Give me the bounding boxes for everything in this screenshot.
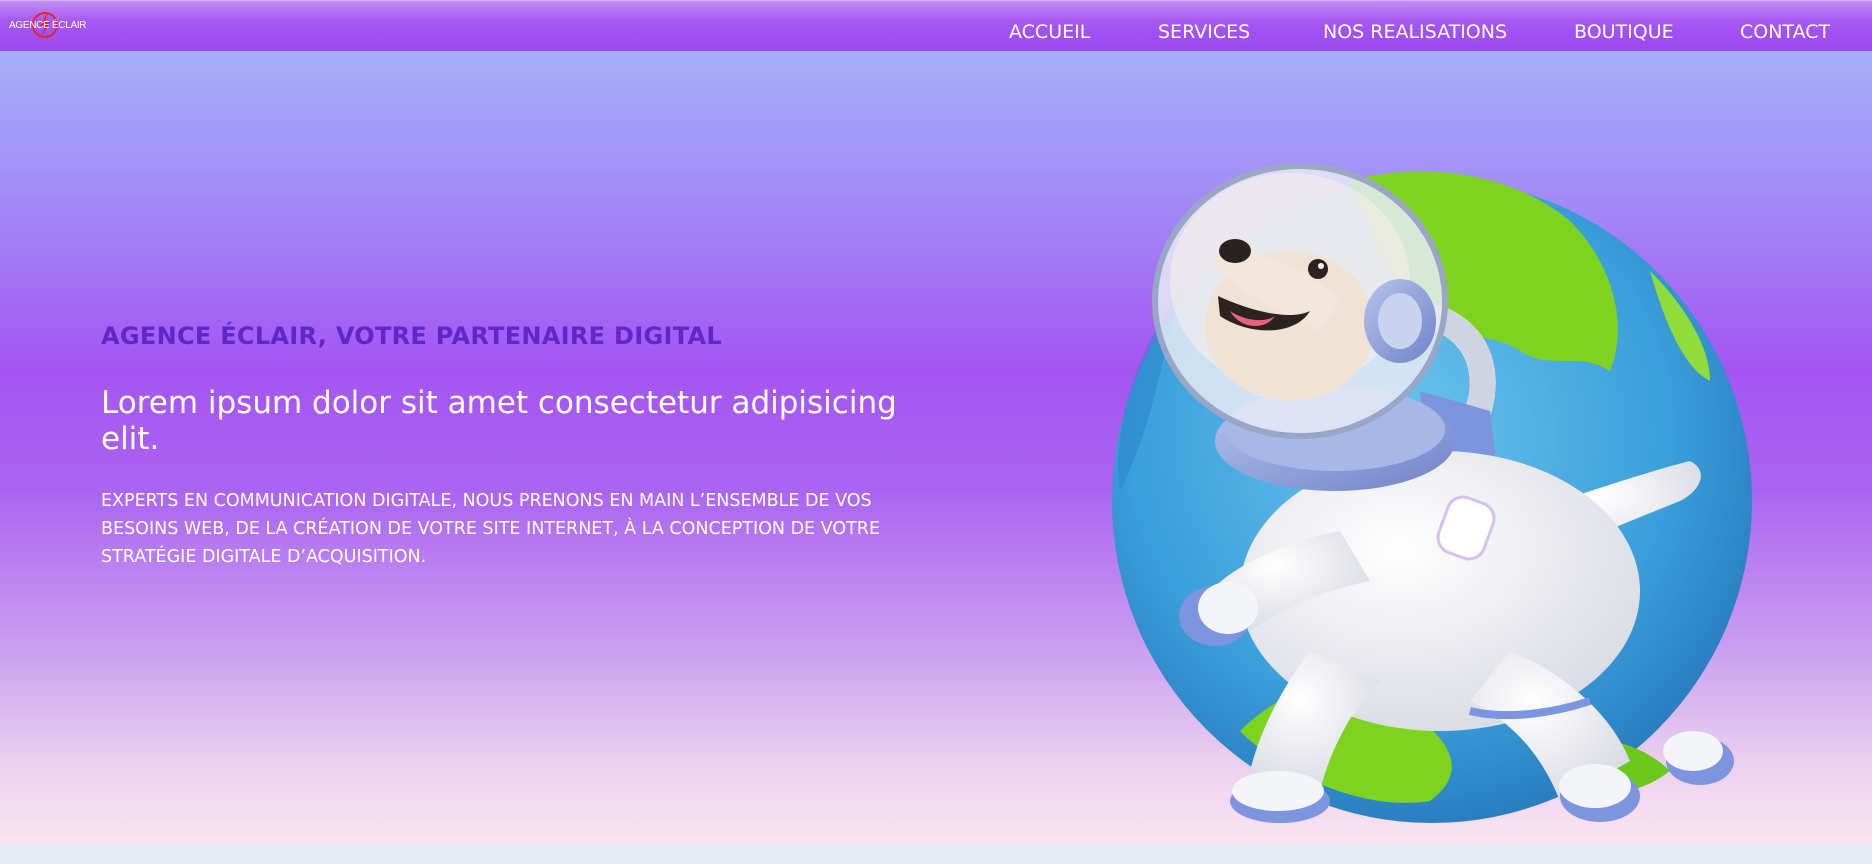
top-navbar: AGENCE ÉCLAIR ACCUEIL SERVICES NOS REALI… [0, 0, 1872, 51]
nav-item-boutique[interactable]: BOUTIQUE [1574, 21, 1674, 43]
nav-item-services[interactable]: SERVICES [1158, 21, 1250, 43]
nav-item-nos-realisations[interactable]: NOS REALISATIONS [1323, 21, 1507, 43]
hero-headline: Lorem ipsum dolor sit amet consectetur a… [101, 385, 897, 457]
astronaut-dog-globe-illustration [1112, 163, 1752, 823]
hero-description: EXPERTS EN COMMUNICATION DIGITALE, NOUS … [101, 491, 881, 567]
site-logo[interactable]: AGENCE ÉCLAIR [9, 11, 89, 43]
logo-text: AGENCE ÉCLAIR [9, 20, 87, 31]
nav-item-accueil[interactable]: ACCUEIL [1009, 21, 1090, 43]
page-bottom-strip [0, 844, 1872, 864]
nav-item-contact[interactable]: CONTACT [1740, 21, 1830, 43]
main-nav: ACCUEIL SERVICES NOS REALISATIONS BOUTIQ… [972, 1, 1872, 52]
hero-section: AGENCE ÉCLAIR, VOTRE PARTENAIRE DIGITAL … [0, 51, 1872, 844]
hero-tagline: AGENCE ÉCLAIR, VOTRE PARTENAIRE DIGITAL [101, 322, 722, 350]
